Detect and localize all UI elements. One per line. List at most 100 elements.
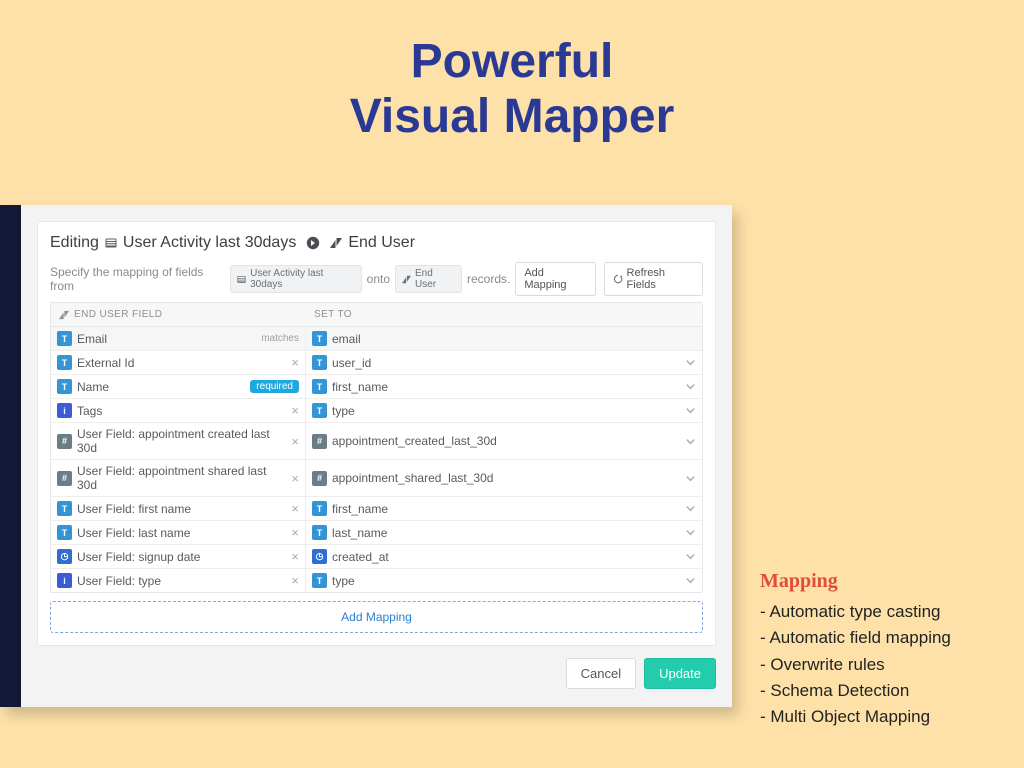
refresh-icon	[613, 274, 623, 284]
set-to-cell[interactable]: Tlast_name	[306, 521, 702, 544]
text-type-icon: T	[312, 525, 327, 540]
number-type-icon: #	[312, 471, 327, 486]
set-to-cell[interactable]: #appointment_created_last_30d	[306, 423, 702, 459]
add-mapping-bar-label: Add Mapping	[341, 610, 412, 624]
table-row: T Email matches Temail	[51, 327, 702, 351]
field-label: User Field: first name	[77, 502, 191, 516]
subline-mid: onto	[367, 272, 390, 286]
page-headline: Powerful Visual Mapper	[0, 34, 1024, 144]
feature-item: - Multi Object Mapping	[760, 704, 1010, 730]
required-badge: required	[250, 380, 299, 393]
end-user-field-cell[interactable]: #User Field: appointment created last 30…	[51, 423, 306, 459]
set-to-cell[interactable]: Tfirst_name	[306, 375, 702, 398]
field-label: User Field: last name	[77, 526, 190, 540]
set-to-cell[interactable]: ◷ created_at	[306, 545, 702, 568]
date-type-icon: ◷	[57, 549, 72, 564]
table-row: i Tags × Ttype	[51, 399, 702, 423]
zendesk-icon	[59, 310, 69, 320]
remove-mapping-icon[interactable]: ×	[291, 550, 299, 563]
field-label: Tags	[77, 404, 102, 418]
feature-item: - Automatic field mapping	[760, 625, 1010, 651]
chevron-down-icon[interactable]	[685, 503, 696, 514]
app-sidebar	[0, 205, 21, 707]
end-user-field-cell[interactable]: T Name required	[51, 375, 306, 398]
text-type-icon: T	[57, 331, 72, 346]
feature-callout: Mapping - Automatic type casting - Autom…	[760, 570, 1010, 731]
table-row: TUser Field: first name×Tfirst_name	[51, 497, 702, 521]
add-mapping-bar[interactable]: Add Mapping	[50, 601, 703, 633]
end-user-field-cell[interactable]: i Tags ×	[51, 399, 306, 422]
chevron-down-icon[interactable]	[685, 436, 696, 447]
set-to-cell[interactable]: Ttype	[306, 399, 702, 422]
remove-mapping-icon[interactable]: ×	[291, 404, 299, 417]
headline-line1: Powerful	[0, 34, 1024, 89]
refresh-fields-button[interactable]: Refresh Fields	[604, 262, 703, 296]
set-to-cell[interactable]: Ttype	[306, 569, 702, 592]
chevron-down-icon[interactable]	[685, 473, 696, 484]
text-type-icon: T	[57, 379, 72, 394]
end-user-field-cell[interactable]: #User Field: appointment shared last 30d…	[51, 460, 306, 496]
table-row: T Name required Tfirst_name	[51, 375, 702, 399]
field-label: Name	[77, 380, 109, 394]
table-icon	[237, 275, 246, 284]
table-row: #User Field: appointment shared last 30d…	[51, 460, 702, 497]
table-row: T External Id × Tuser_id	[51, 351, 702, 375]
set-to-label: first_name	[332, 380, 388, 394]
end-user-field-cell[interactable]: iUser Field: type×	[51, 569, 306, 592]
text-type-icon: T	[312, 331, 327, 346]
end-user-field-cell[interactable]: T External Id ×	[51, 351, 306, 374]
chevron-down-icon[interactable]	[685, 575, 696, 586]
set-to-label: appointment_shared_last_30d	[332, 471, 493, 485]
set-to-cell[interactable]: # appointment_shared_last_30d	[306, 460, 702, 496]
remove-mapping-icon[interactable]: ×	[291, 574, 299, 587]
field-label: Email	[77, 332, 107, 346]
chevron-down-icon[interactable]	[685, 527, 696, 538]
zendesk-icon	[402, 275, 411, 284]
remove-mapping-icon[interactable]: ×	[291, 526, 299, 539]
end-user-field-cell[interactable]: ◷ User Field: signup date ×	[51, 545, 306, 568]
app-window: Editing User Activity last 30days End Us…	[0, 205, 732, 707]
remove-mapping-icon[interactable]: ×	[291, 472, 299, 485]
end-user-field-cell[interactable]: T Email matches	[51, 327, 306, 350]
number-type-icon: #	[57, 471, 72, 486]
dest-pill-label: End User	[415, 268, 455, 290]
source-pill-label: User Activity last 30days	[250, 268, 355, 290]
set-to-label: created_at	[332, 550, 389, 564]
chevron-down-icon[interactable]	[685, 381, 696, 392]
feature-item: - Automatic type casting	[760, 599, 1010, 625]
end-user-field-cell[interactable]: TUser Field: last name×	[51, 521, 306, 544]
set-to-label: user_id	[332, 356, 371, 370]
chevron-down-icon[interactable]	[685, 551, 696, 562]
cancel-label: Cancel	[581, 666, 621, 681]
cancel-button[interactable]: Cancel	[566, 658, 636, 689]
add-mapping-button[interactable]: Add Mapping	[515, 262, 595, 296]
set-to-cell[interactable]: Tfirst_name	[306, 497, 702, 520]
zendesk-icon	[330, 237, 342, 249]
add-mapping-label: Add Mapping	[524, 267, 586, 291]
end-user-field-cell[interactable]: TUser Field: first name×	[51, 497, 306, 520]
editing-prefix: Editing	[50, 234, 99, 252]
headline-line2: Visual Mapper	[0, 89, 1024, 144]
remove-mapping-icon[interactable]: ×	[291, 502, 299, 515]
chevron-down-icon[interactable]	[685, 405, 696, 416]
text-type-icon: T	[57, 355, 72, 370]
set-to-cell[interactable]: Temail	[306, 327, 702, 350]
remove-mapping-icon[interactable]: ×	[291, 435, 299, 448]
panel-subline: Specify the mapping of fields from User …	[50, 262, 703, 296]
remove-mapping-icon[interactable]: ×	[291, 356, 299, 369]
set-to-cell[interactable]: Tuser_id	[306, 351, 702, 374]
matches-label: matches	[261, 333, 299, 344]
info-type-icon: i	[57, 403, 72, 418]
table-row: ◷ User Field: signup date × ◷ created_at	[51, 545, 702, 569]
update-button[interactable]: Update	[644, 658, 716, 689]
field-label: User Field: signup date	[77, 550, 200, 564]
field-label: External Id	[77, 356, 134, 370]
set-to-label: type	[332, 574, 355, 588]
set-to-label: last_name	[332, 526, 387, 540]
chevron-down-icon[interactable]	[685, 357, 696, 368]
text-type-icon: T	[312, 355, 327, 370]
table-icon	[105, 237, 117, 249]
date-type-icon: ◷	[312, 549, 327, 564]
set-to-label: email	[332, 332, 361, 346]
th-right-label: SET TO	[314, 309, 352, 320]
